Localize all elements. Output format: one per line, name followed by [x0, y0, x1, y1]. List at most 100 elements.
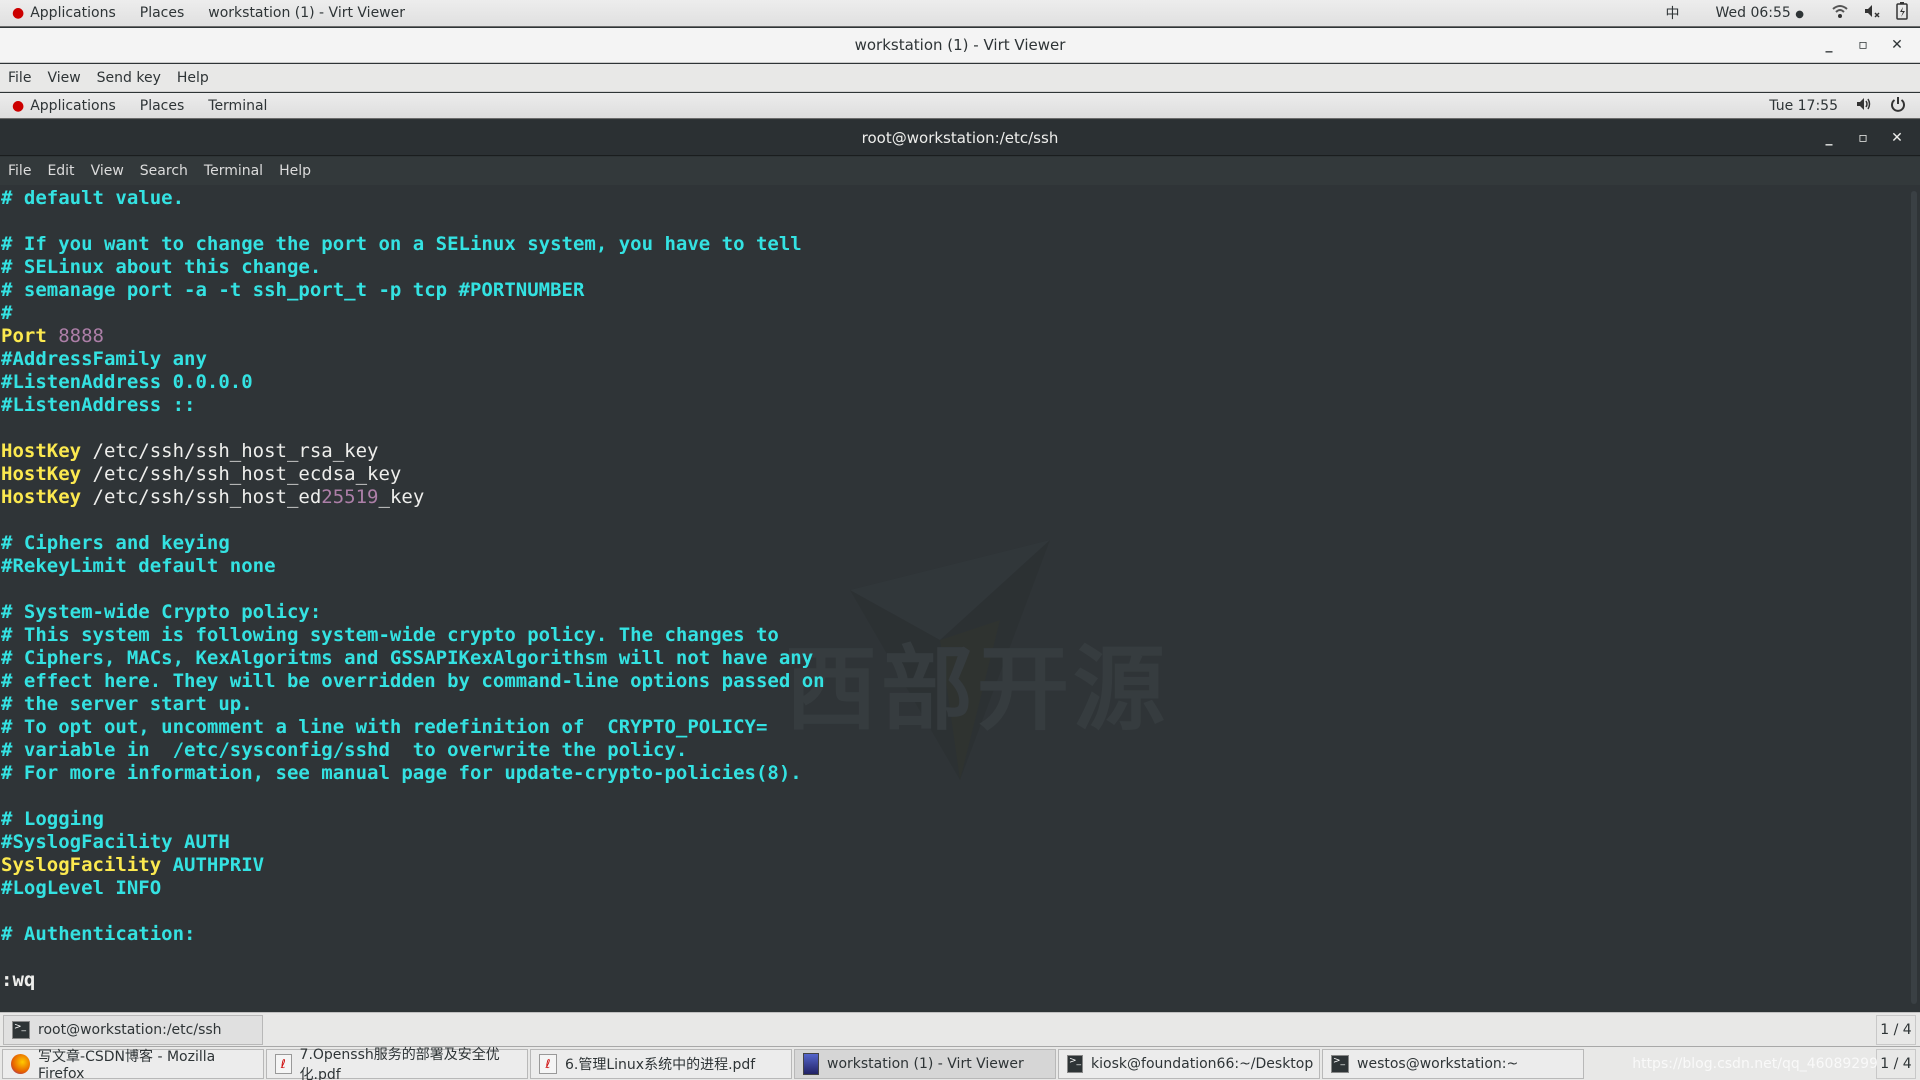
terminal-line: # the server start up. [1, 693, 825, 716]
host-workspace-pager[interactable]: 1 / 4 [1876, 1048, 1916, 1079]
host-task-virt-viewer[interactable]: workstation (1) - Virt Viewer [794, 1048, 1056, 1079]
terminal-segment-comment: # SELinux about this change. [1, 256, 322, 278]
term-menu-view[interactable]: View [83, 163, 132, 179]
host-task-firefox[interactable]: 写文章-CSDN博客 - Mozilla Firefox [2, 1048, 264, 1080]
terminal-segment-text: /etc/ssh/ssh_host_ecdsa_key [81, 463, 402, 485]
guest-top-panel: ● Applications Places Terminal Tue 17:55 [0, 93, 1920, 119]
maximize-button[interactable]: ▫ [1846, 37, 1880, 53]
host-applications-menu[interactable]: ● Applications [0, 5, 128, 21]
terminal-text: # default value. # If you want to change… [1, 187, 825, 992]
terminal-segment-comment: # Ciphers and keying [1, 532, 230, 554]
terminal-line: # Authentication: [1, 923, 825, 946]
volume-icon[interactable] [1856, 97, 1872, 115]
close-button[interactable]: ✕ [1880, 37, 1914, 53]
guest-places-label: Places [139, 97, 185, 114]
terminal-segment-comment: #ListenAddress :: [1, 394, 196, 416]
terminal-segment-key: SyslogFacility [1, 854, 162, 876]
vv-menu-view[interactable]: View [39, 70, 88, 86]
terminal-segment-comment: #SyslogFacility AUTH [1, 831, 230, 853]
terminal-segment-text [47, 325, 58, 347]
terminal-content[interactable]: 西部开源 # default value. # If you want to c… [0, 185, 1908, 1010]
watermark-text: 西部开源 [785, 636, 1170, 743]
scrollbar-thumb[interactable] [1911, 191, 1917, 1004]
terminal-scrollbar[interactable] [1908, 185, 1920, 1010]
guest-task-label: root@workstation:/etc/ssh [38, 1021, 222, 1038]
terminal-segment-comment: # Ciphers, MACs, KexAlgoritms and GSSAPI… [1, 647, 814, 669]
host-task-pdf-process[interactable]: ℓ 6.管理Linux系统中的进程.pdf [530, 1048, 792, 1079]
vv-menu-help[interactable]: Help [169, 70, 217, 86]
terminal-line: # variable in /etc/sysconfig/sshd to ove… [1, 739, 825, 762]
terminal-segment-cyan: AUTHPRIV [172, 854, 265, 876]
terminal-line: #SyslogFacility AUTH [1, 831, 825, 854]
terminal-line: Port 8888 [1, 325, 825, 348]
terminal-line: # effect here. They will be overridden b… [1, 670, 825, 693]
terminal-line: # Ciphers and keying [1, 532, 825, 555]
host-task-pdf-openssh[interactable]: ℓ 7.Openssh服务的部署及安全优化.pdf [266, 1047, 528, 1080]
guest-clock[interactable]: Tue 17:55 [1769, 98, 1838, 114]
terminal-segment-key: HostKey [1, 486, 82, 508]
redhat-logo-icon: ● [12, 97, 25, 114]
terminal-segment-comment: # variable in /etc/sysconfig/sshd to ove… [1, 739, 688, 761]
terminal-menubar: File Edit View Search Terminal Help [0, 157, 1920, 185]
terminal-segment-text: /etc/ssh/ssh_host_ed [81, 486, 322, 508]
host-task-kiosk-terminal[interactable]: >_ kiosk@foundation66:~/Desktop [1058, 1048, 1320, 1079]
terminal-segment-comment: #ListenAddress 0.0.0.0 [1, 371, 253, 393]
vv-menu-send-key[interactable]: Send key [89, 70, 169, 86]
term-menu-search[interactable]: Search [132, 163, 196, 179]
battery-charging-icon[interactable] [1888, 2, 1920, 24]
terminal-line: # SELinux about this change. [1, 256, 825, 279]
guest-places-menu[interactable]: Places [128, 98, 197, 114]
terminal-segment-comment: # the server start up. [1, 693, 253, 715]
guest-terminal-app[interactable]: Terminal [196, 98, 279, 114]
term-menu-terminal[interactable]: Terminal [196, 163, 271, 179]
terminal-icon: >_ [1331, 1054, 1349, 1073]
virt-viewer-title: workstation (1) - Virt Viewer [854, 36, 1066, 54]
host-active-window[interactable]: workstation (1) - Virt Viewer [196, 5, 417, 21]
host-clock[interactable]: Wed 06:55 ● [1701, 5, 1824, 21]
wifi-icon[interactable] [1824, 4, 1856, 22]
host-places-menu[interactable]: Places [128, 5, 197, 21]
host-task-westos-terminal[interactable]: >_ westos@workstation:~ [1322, 1048, 1584, 1079]
host-applications-label: Applications [30, 5, 116, 21]
host-places-label: Places [139, 5, 185, 21]
terminal-maximize-button[interactable]: ▫ [1846, 130, 1880, 146]
terminal-segment-comment: # This system is following system-wide c… [1, 624, 779, 646]
minimize-button[interactable]: _ [1812, 37, 1846, 53]
terminal-segment-text: _key [378, 486, 425, 508]
terminal-titlebar: root@workstation:/etc/ssh _ ▫ ✕ [0, 120, 1920, 156]
terminal-line: #AddressFamily any [1, 348, 825, 371]
terminal-segment-text: /etc/ssh/ssh_host_rsa_key [81, 440, 379, 462]
terminal-line: SyslogFacility AUTHPRIV [1, 854, 825, 877]
term-menu-help[interactable]: Help [271, 163, 319, 179]
terminal-close-button[interactable]: ✕ [1880, 130, 1914, 146]
host-clock-label: Wed 06:55 [1715, 5, 1791, 21]
volume-muted-icon[interactable] [1856, 4, 1888, 22]
input-method-indicator[interactable]: 中 [1643, 3, 1701, 23]
terminal-minimize-button[interactable]: _ [1812, 130, 1846, 146]
terminal-icon: >_ [1067, 1054, 1084, 1073]
guest-task-terminal[interactable]: >_ root@workstation:/etc/ssh [3, 1014, 263, 1045]
terminal-segment-comment: # default value. [1, 187, 185, 209]
terminal-line: # [1, 302, 825, 325]
url-watermark: https://blog.csdn.net/qq_46089299 [1632, 1055, 1878, 1072]
host-active-window-label: workstation (1) - Virt Viewer [208, 5, 406, 21]
guest-applications-menu[interactable]: ● Applications [0, 98, 128, 114]
terminal-segment-comment: # Logging [1, 808, 104, 830]
terminal-line: # System-wide Crypto policy: [1, 601, 825, 624]
terminal-segment-comment: # [1, 302, 13, 324]
terminal-segment-comment: # To opt out, uncomment a line with rede… [1, 716, 768, 738]
power-icon[interactable] [1890, 96, 1906, 116]
term-menu-edit[interactable]: Edit [39, 163, 82, 179]
host-task-label: 写文章-CSDN博客 - Mozilla Firefox [38, 1048, 216, 1080]
firefox-icon [11, 1053, 31, 1074]
term-menu-file[interactable]: File [0, 163, 39, 179]
terminal-line: #RekeyLimit default none [1, 555, 825, 578]
terminal-segment-text [161, 854, 172, 876]
terminal-segment-comment: # effect here. They will be overridden b… [1, 670, 825, 692]
host-task-label: 6.管理Linux系统中的进程.pdf [565, 1056, 756, 1073]
guest-workspace-pager[interactable]: 1 / 4 [1876, 1014, 1916, 1045]
vv-menu-file[interactable]: File [0, 70, 39, 86]
